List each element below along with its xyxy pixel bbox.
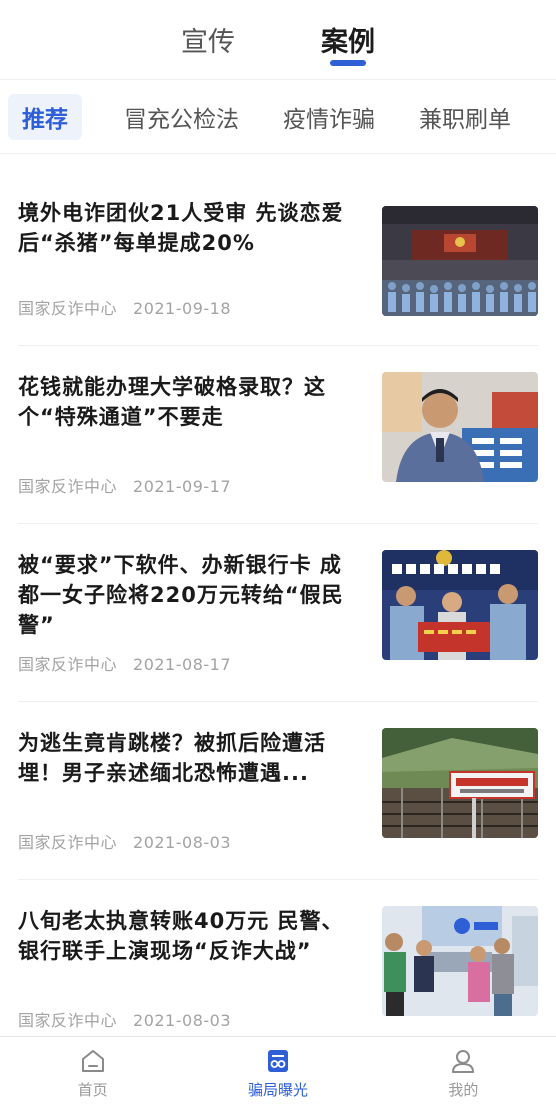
exposure-icon (267, 1050, 288, 1072)
article-meta: 国家反诈中心 2021-08-17 (18, 651, 348, 675)
tab-cases-label: 案例 (321, 27, 375, 58)
article-date: 2021-08-03 (133, 1011, 231, 1030)
article-date: 2021-08-03 (133, 833, 231, 852)
article-list: 境外电诈团伙21人受审 先谈恋爱后“杀猪”每单提成20% 国家反诈中心 2021-… (0, 154, 556, 1058)
article-meta: 国家反诈中心 2021-09-18 (18, 295, 348, 319)
home-icon (81, 1050, 104, 1072)
article-item[interactable]: 八旬老太执意转账40万元 民警、银行联手上演现场“反诈大战” 国家反诈中心 202… (18, 880, 538, 1058)
active-tab-indicator (330, 60, 366, 66)
police-banner-photo (382, 550, 538, 660)
article-source: 国家反诈中心 (18, 299, 118, 318)
article-date: 2021-08-17 (133, 655, 231, 674)
bottom-navigation: 首页 骗局曝光 我的 (0, 1036, 556, 1112)
category-recommended[interactable]: 推荐 (8, 93, 82, 140)
article-source: 国家反诈中心 (18, 833, 118, 852)
nav-exposure[interactable]: 骗局曝光 (185, 1037, 370, 1112)
article-meta: 国家反诈中心 2021-08-03 (18, 829, 348, 853)
border-sign-photo (382, 728, 538, 838)
nav-home-label: 首页 (77, 1081, 108, 1099)
user-icon (452, 1050, 475, 1073)
tab-cases[interactable]: 案例 (278, 0, 418, 79)
bank-counter-photo (382, 906, 538, 1016)
article-title: 花钱就能办理大学破格录取？这个“特殊通道”不要走 (18, 375, 326, 429)
category-impersonation[interactable]: 冒充公检法 (124, 100, 239, 134)
article-title: 八旬老太执意转账40万元 民警、银行联手上演现场“反诈大战” (18, 909, 344, 963)
category-part-time-fraud[interactable]: 兼职刷单 (419, 100, 511, 134)
category-bar: 推荐 冒充公检法 疫情诈骗 兼职刷单 交 (0, 80, 556, 154)
article-title: 被“要求”下软件、办新银行卡 成都一女子险将220万元转给“假民警” (18, 553, 344, 637)
article-text: 花钱就能办理大学破格录取？这个“特殊通道”不要走 国家反诈中心 2021-09-1… (18, 372, 348, 523)
article-text: 境外电诈团伙21人受审 先谈恋爱后“杀猪”每单提成20% 国家反诈中心 2021-… (18, 198, 348, 345)
nav-mine-label: 我的 (448, 1081, 479, 1099)
article-source: 国家反诈中心 (18, 655, 118, 674)
article-title: 境外电诈团伙21人受审 先谈恋爱后“杀猪”每单提成20% (18, 201, 344, 255)
article-text: 为逃生竟肯跳楼？被抓后险遭活埋！男子亲述缅北恐怖遭遇... 国家反诈中心 2021… (18, 728, 348, 879)
article-item[interactable]: 花钱就能办理大学破格录取？这个“特殊通道”不要走 国家反诈中心 2021-09-1… (18, 346, 538, 524)
category-epidemic-fraud[interactable]: 疫情诈骗 (283, 100, 375, 134)
article-item[interactable]: 为逃生竟肯跳楼？被抓后险遭活埋！男子亲述缅北恐怖遭遇... 国家反诈中心 2021… (18, 702, 538, 880)
article-source: 国家反诈中心 (18, 1011, 118, 1030)
article-text: 被“要求”下软件、办新银行卡 成都一女子险将220万元转给“假民警” 国家反诈中… (18, 550, 348, 701)
article-item[interactable]: 被“要求”下软件、办新银行卡 成都一女子险将220万元转给“假民警” 国家反诈中… (18, 524, 538, 702)
tab-publicity-label: 宣传 (181, 27, 235, 58)
courtroom-photo (382, 206, 538, 316)
article-date: 2021-09-18 (133, 299, 231, 318)
nav-exposure-label: 骗局曝光 (247, 1081, 308, 1099)
top-tab-bar: 宣传 案例 (0, 0, 556, 80)
article-date: 2021-09-17 (133, 477, 231, 496)
article-source: 国家反诈中心 (18, 477, 118, 496)
article-meta: 国家反诈中心 2021-09-17 (18, 473, 348, 497)
article-meta: 国家反诈中心 2021-08-03 (18, 1007, 348, 1031)
article-item[interactable]: 境外电诈团伙21人受审 先谈恋爱后“杀猪”每单提成20% 国家反诈中心 2021-… (18, 154, 538, 346)
nav-mine[interactable]: 我的 (371, 1037, 556, 1112)
tab-publicity[interactable]: 宣传 (138, 0, 278, 79)
nav-home[interactable]: 首页 (0, 1037, 185, 1112)
article-title: 为逃生竟肯跳楼？被抓后险遭活埋！男子亲述缅北恐怖遭遇... (18, 731, 326, 785)
article-text: 八旬老太执意转账40万元 民警、银行联手上演现场“反诈大战” 国家反诈中心 202… (18, 906, 348, 1057)
police-officer-video-photo (382, 372, 538, 482)
